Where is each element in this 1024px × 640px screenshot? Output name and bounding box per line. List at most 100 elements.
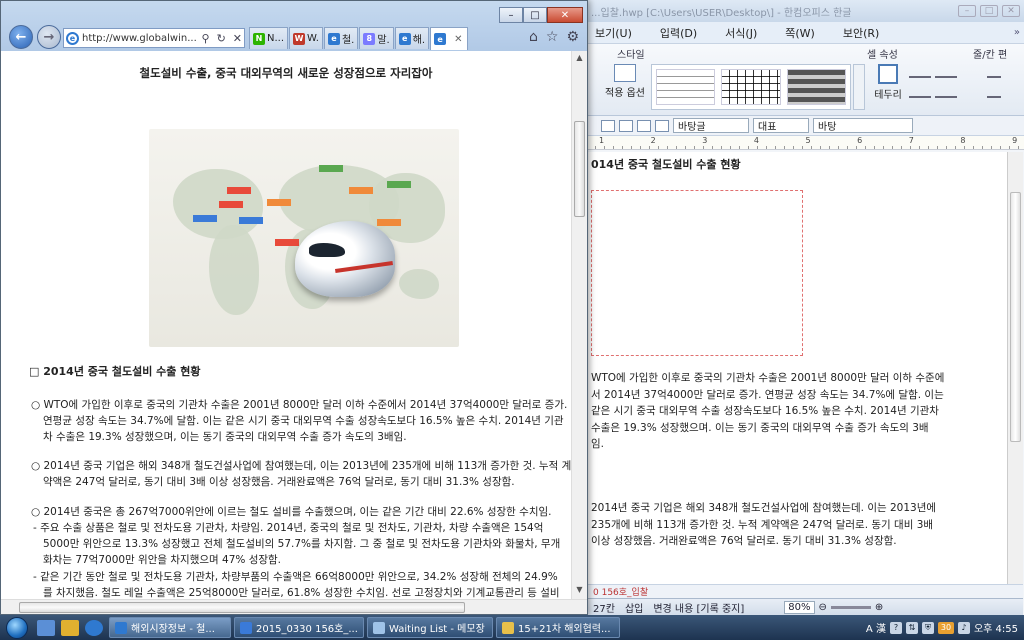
refresh-icon[interactable]: ↻ — [215, 32, 228, 45]
tab-rail[interactable]: e 철. — [323, 27, 359, 49]
network-icon[interactable]: ⇅ — [905, 621, 918, 634]
ie-page-icon: e — [434, 33, 447, 45]
insert-row-icon[interactable] — [987, 68, 1001, 78]
zoom-out-icon[interactable]: ⊖ — [819, 602, 827, 613]
ie-hscroll-thumb[interactable] — [19, 602, 465, 613]
horizontal-ruler[interactable]: 1 2 3 4 5 6 7 8 9 10 11 12 13 14 15 16 1… — [587, 136, 1024, 150]
status-insert-mode[interactable]: 삽입 — [625, 600, 643, 615]
line-width-icon[interactable] — [935, 88, 957, 98]
ie-minimize-button[interactable]: – — [499, 7, 523, 23]
zoom-slider[interactable] — [830, 605, 871, 609]
font-face-select[interactable]: 바탕 — [813, 118, 913, 133]
stop-icon[interactable]: ✕ — [231, 32, 244, 45]
article-paragraph: - 주요 수출 상품은 철로 및 전차도용 기관차, 차량임. 2014년, 중… — [33, 522, 544, 534]
forward-button[interactable]: → — [37, 25, 61, 49]
zoom-select[interactable]: 80% — [784, 600, 815, 614]
map-marker — [239, 217, 263, 224]
line-style-icon[interactable] — [935, 68, 957, 78]
menu-insert[interactable]: 입력(D) — [660, 25, 697, 41]
style-apply-options-button[interactable]: 적용 옵션 — [605, 64, 645, 112]
hwp-vertical-scrollbar[interactable] — [1007, 152, 1023, 584]
ie-horizontal-scrollbar[interactable] — [1, 599, 587, 614]
ribbon-row-col-group-title: 줄/칸 편 — [973, 50, 1008, 61]
hwp-scroll-thumb[interactable] — [1010, 192, 1021, 442]
font-language-select[interactable]: 대표 — [753, 118, 809, 133]
ie-window-controls: – □ ✕ — [499, 7, 583, 23]
ie-quicklaunch-icon[interactable] — [85, 619, 103, 636]
gear-icon[interactable]: ⚙ — [566, 29, 579, 45]
explorer-folder-icon[interactable] — [61, 619, 79, 636]
ime-indicator[interactable]: A 漢 — [866, 620, 886, 635]
tab-label: 철. — [341, 35, 355, 46]
fill-color-icon[interactable] — [909, 88, 931, 98]
article-paragraph: 차 수출은 19.3% 성장했으며, 이는 동기 중국의 대외무역 수출 증가 … — [43, 431, 407, 443]
help-icon[interactable]: ? — [889, 621, 902, 634]
address-bar[interactable]: e http://www.globalwin... ⚲ ↻ ✕ — [63, 28, 245, 48]
menu-more-icon[interactable]: » — [1014, 27, 1020, 38]
menu-view[interactable]: 보기(U) — [595, 25, 632, 41]
start-button[interactable] — [0, 615, 34, 640]
task-folder[interactable]: 15+21차 해외협력... — [496, 617, 620, 638]
ie-page-content[interactable]: 철도설비 수출, 중국 대외무역의 새로운 성장점으로 자리잡아 □ 2014년 — [1, 51, 571, 599]
scroll-up-icon[interactable]: ▲ — [572, 51, 587, 65]
delete-row-icon[interactable] — [987, 88, 1001, 98]
ie-task-icon — [115, 621, 127, 634]
clock[interactable]: 오후 4:55 — [974, 620, 1018, 635]
tab-naver[interactable]: N N... — [249, 27, 289, 49]
doc-paragraph-1: WTO에 가입한 이후로 중국의 기관차 수출은 2001년 8000만 달러 … — [591, 370, 969, 453]
ie-scroll-thumb[interactable] — [574, 121, 585, 217]
back-button[interactable]: ← — [9, 25, 33, 49]
gallery-scroll[interactable] — [853, 64, 865, 110]
tab-overseas[interactable]: e 해. — [394, 27, 430, 49]
preview-icon[interactable] — [619, 119, 633, 132]
menu-page[interactable]: 쪽(W) — [785, 25, 815, 41]
cell-border-button[interactable]: 테두리 — [871, 64, 905, 101]
scroll-down-icon[interactable]: ▼ — [572, 583, 587, 597]
taskbar: 해외시장정보 - 철... 2015_0330 156호_... Waiting… — [0, 615, 1024, 640]
task-notepad[interactable]: Waiting List - 메모장 — [367, 617, 493, 638]
table-style-shaded[interactable] — [786, 69, 846, 105]
hwp-close-button[interactable]: ✕ — [1002, 5, 1020, 17]
hwp-maximize-button[interactable]: □ — [980, 5, 998, 17]
ie-maximize-button[interactable]: □ — [523, 7, 547, 23]
table-style-gallery[interactable] — [651, 64, 851, 110]
favorites-star-icon[interactable]: ☆ — [546, 29, 559, 45]
security-icon[interactable]: ⛨ — [921, 621, 934, 634]
pen-color-icon[interactable] — [909, 68, 931, 78]
ie-vertical-scrollbar[interactable]: ▲ ▼ — [571, 51, 587, 599]
task-hwp-doc[interactable]: 2015_0330 156호_... — [234, 617, 364, 638]
volume-icon[interactable]: ♪ — [957, 621, 970, 634]
tab-w[interactable]: W W. — [289, 27, 323, 49]
task-ie-overseas[interactable]: 해외시장정보 - 철... — [109, 617, 231, 638]
article-paragraph: ○ WTO에 가입한 이후로 중국의 기관차 수출은 2001년 8000만 달… — [31, 399, 568, 411]
table-style-dotted[interactable] — [656, 69, 716, 105]
tray-badge-icon[interactable]: 30 — [937, 621, 954, 634]
tab-active[interactable]: e ✕ — [430, 27, 468, 50]
hwp-document-tab[interactable]: 0 156호_입찰 — [593, 588, 648, 598]
search-icon[interactable]: ⚲ — [200, 32, 212, 45]
world-rail-map-image — [149, 129, 459, 347]
hwp-menubar: 보기(U) 입력(D) 서식(J) 쪽(W) 보안(R) » — [587, 22, 1024, 44]
redo-icon[interactable] — [655, 119, 669, 132]
image-placeholder-frame[interactable] — [591, 190, 803, 356]
menu-format[interactable]: 서식(J) — [725, 25, 757, 41]
ie-close-button[interactable]: ✕ — [547, 7, 583, 23]
undo-icon[interactable] — [637, 119, 651, 132]
hwp-minimize-button[interactable]: – — [958, 5, 976, 17]
zoom-in-icon[interactable]: ⊕ — [875, 602, 883, 613]
table-style-grid[interactable] — [721, 69, 781, 105]
tab-google[interactable]: 8 말. — [359, 27, 394, 49]
paragraph-style-select[interactable]: 바탕글 — [673, 118, 749, 133]
show-desktop-icon[interactable] — [37, 619, 55, 636]
hwp-document-page[interactable]: 014년 중국 철도설비 수출 현황 WTO에 가입한 이후로 중국의 기관차 … — [587, 152, 1007, 584]
task-label: Waiting List - 메모장 — [389, 624, 485, 635]
address-url[interactable]: http://www.globalwin... — [82, 33, 197, 44]
menu-security[interactable]: 보안(R) — [843, 25, 879, 41]
zoom-control: 80% ⊖ ⊕ — [784, 600, 883, 614]
tab-close-icon[interactable]: ✕ — [454, 34, 462, 45]
hwp-window: ...입찰.hwp [C:\Users\USER\Desktop\] - 한컴오… — [586, 0, 1024, 615]
home-icon[interactable]: ⌂ — [529, 29, 538, 45]
doc-line: 2014년 중국 기업은 해외 348개 철도건설사업에 참여했는데. 이는 2… — [591, 502, 937, 514]
status-track-changes[interactable]: 변경 내용 [기록 중지] — [653, 600, 744, 615]
print-icon[interactable] — [601, 119, 615, 132]
